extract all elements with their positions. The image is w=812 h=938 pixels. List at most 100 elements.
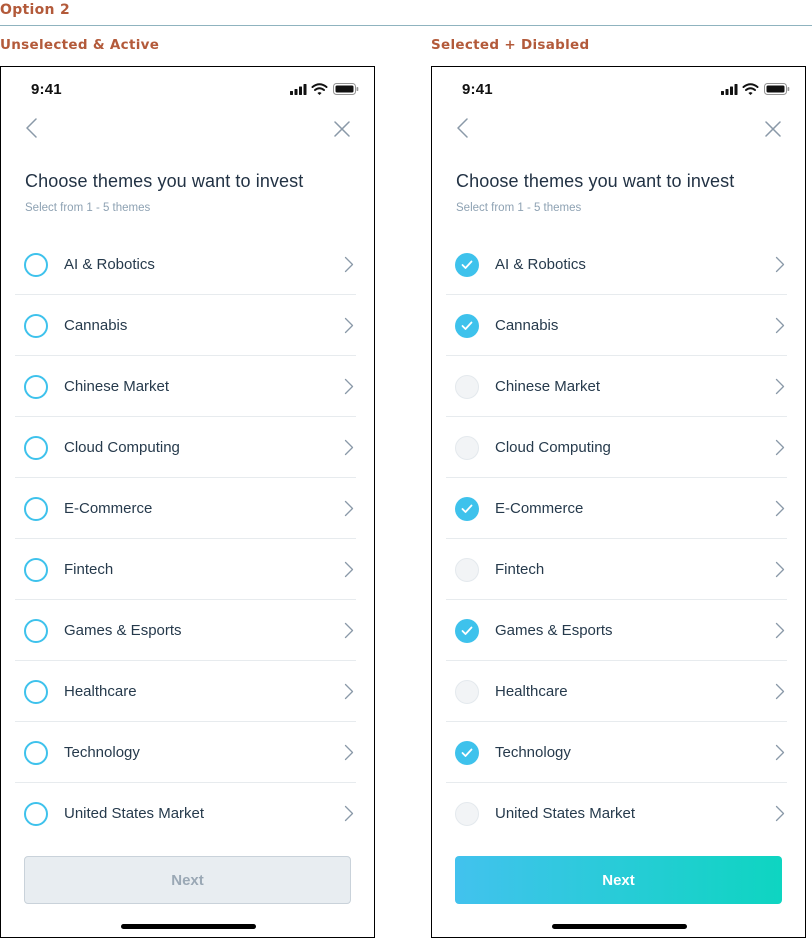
theme-label: Games & Esports — [495, 622, 613, 639]
close-icon[interactable] — [763, 119, 783, 139]
phone-screen-left: 9:41 Choose themes you want to invest Sele… — [0, 66, 375, 938]
radio-circle-icon — [455, 680, 479, 704]
status-icons — [290, 82, 360, 96]
radio-circle-icon[interactable] — [24, 497, 48, 521]
theme-label: Chinese Market — [64, 378, 170, 395]
radio-circle-icon[interactable] — [24, 619, 48, 643]
theme-label: Technology — [495, 744, 571, 761]
theme-row[interactable]: Cannabis — [446, 295, 787, 356]
theme-row: Cloud Computing — [446, 417, 787, 478]
radio-circle-icon[interactable] — [24, 802, 48, 826]
radio-circle-icon — [455, 558, 479, 582]
back-icon[interactable] — [454, 117, 474, 139]
radio-circle-icon[interactable] — [24, 253, 48, 277]
radio-circle-icon — [455, 802, 479, 826]
chevron-right-icon[interactable] — [344, 500, 354, 517]
header-divider — [0, 25, 812, 26]
theme-label: E-Commerce — [495, 500, 584, 517]
theme-row: United States Market — [446, 783, 787, 844]
page-title: Choose themes you want to invest — [25, 171, 304, 191]
chevron-right-icon[interactable] — [344, 805, 354, 822]
theme-label: United States Market — [495, 805, 636, 822]
theme-label: Cannabis — [495, 317, 559, 334]
status-time: 9:41 — [462, 81, 493, 98]
page-title: Choose themes you want to invest — [456, 171, 735, 191]
chevron-right-icon[interactable] — [775, 439, 785, 456]
radio-circle-icon[interactable] — [24, 741, 48, 765]
theme-row[interactable]: AI & Robotics — [15, 234, 356, 295]
home-indicator — [552, 924, 687, 929]
theme-row: Healthcare — [446, 661, 787, 722]
theme-label: United States Market — [64, 805, 205, 822]
theme-row[interactable]: Cloud Computing — [15, 417, 356, 478]
phone-screen-right: 9:41 Choose themes you want to invest Sele… — [431, 66, 806, 938]
theme-label: Games & Esports — [64, 622, 182, 639]
checkmark-circle-icon[interactable] — [455, 314, 479, 338]
theme-label: AI & Robotics — [495, 256, 586, 273]
theme-label: Cannabis — [64, 317, 128, 334]
radio-circle-icon[interactable] — [24, 375, 48, 399]
radio-circle-icon[interactable] — [24, 436, 48, 460]
theme-label: Chinese Market — [495, 378, 601, 395]
back-icon[interactable] — [23, 117, 43, 139]
theme-row[interactable]: Technology — [446, 722, 787, 783]
checkmark-circle-icon[interactable] — [455, 253, 479, 277]
chevron-right-icon[interactable] — [344, 378, 354, 395]
theme-row[interactable]: Cannabis — [15, 295, 356, 356]
home-indicator — [121, 924, 256, 929]
chevron-right-icon[interactable] — [344, 561, 354, 578]
theme-list: AI & Robotics Cannabis Chinese Market Cloud… — [15, 234, 356, 844]
chevron-right-icon[interactable] — [775, 683, 785, 700]
variant-label-right: Selected + Disabled — [431, 37, 590, 53]
option-title: Option 2 — [0, 2, 71, 18]
checkmark-circle-icon[interactable] — [455, 619, 479, 643]
chevron-right-icon[interactable] — [775, 805, 785, 822]
theme-label: Cloud Computing — [495, 439, 611, 456]
chevron-right-icon[interactable] — [344, 744, 354, 761]
page-subtitle: Select from 1 - 5 themes — [456, 202, 582, 214]
chevron-right-icon[interactable] — [344, 256, 354, 273]
theme-row[interactable]: E-Commerce — [15, 478, 356, 539]
theme-row[interactable]: Fintech — [15, 539, 356, 600]
radio-circle-icon[interactable] — [24, 558, 48, 582]
chevron-right-icon[interactable] — [344, 317, 354, 334]
theme-label: Technology — [64, 744, 140, 761]
status-time: 9:41 — [31, 81, 62, 98]
chevron-right-icon[interactable] — [344, 439, 354, 456]
chevron-right-icon[interactable] — [344, 622, 354, 639]
next-button[interactable]: Next — [455, 856, 782, 904]
theme-row[interactable]: E-Commerce — [446, 478, 787, 539]
theme-label: E-Commerce — [64, 500, 153, 517]
theme-row[interactable]: AI & Robotics — [446, 234, 787, 295]
next-button[interactable]: Next — [24, 856, 351, 904]
theme-row[interactable]: Games & Esports — [446, 600, 787, 661]
theme-label: Healthcare — [64, 683, 137, 700]
chevron-right-icon[interactable] — [775, 378, 785, 395]
theme-label: Cloud Computing — [64, 439, 180, 456]
theme-label: Fintech — [495, 561, 545, 578]
theme-row[interactable]: Technology — [15, 722, 356, 783]
theme-row[interactable]: Games & Esports — [15, 600, 356, 661]
chevron-right-icon[interactable] — [775, 622, 785, 639]
theme-list: AI & Robotics Cannabis Chinese Market Cloud… — [446, 234, 787, 844]
theme-label: Healthcare — [495, 683, 568, 700]
chevron-right-icon[interactable] — [775, 500, 785, 517]
variant-label-left: Unselected & Active — [0, 37, 160, 53]
chevron-right-icon[interactable] — [775, 256, 785, 273]
checkmark-circle-icon[interactable] — [455, 497, 479, 521]
status-icons — [721, 82, 791, 96]
page-subtitle: Select from 1 - 5 themes — [25, 202, 151, 214]
close-icon[interactable] — [332, 119, 352, 139]
theme-row: Chinese Market — [446, 356, 787, 417]
theme-row[interactable]: Healthcare — [15, 661, 356, 722]
theme-row[interactable]: Chinese Market — [15, 356, 356, 417]
radio-circle-icon[interactable] — [24, 680, 48, 704]
radio-circle-icon[interactable] — [24, 314, 48, 338]
chevron-right-icon[interactable] — [775, 561, 785, 578]
theme-row[interactable]: United States Market — [15, 783, 356, 844]
chevron-right-icon[interactable] — [344, 683, 354, 700]
chevron-right-icon[interactable] — [775, 744, 785, 761]
chevron-right-icon[interactable] — [775, 317, 785, 334]
checkmark-circle-icon[interactable] — [455, 741, 479, 765]
theme-label: Fintech — [64, 561, 114, 578]
